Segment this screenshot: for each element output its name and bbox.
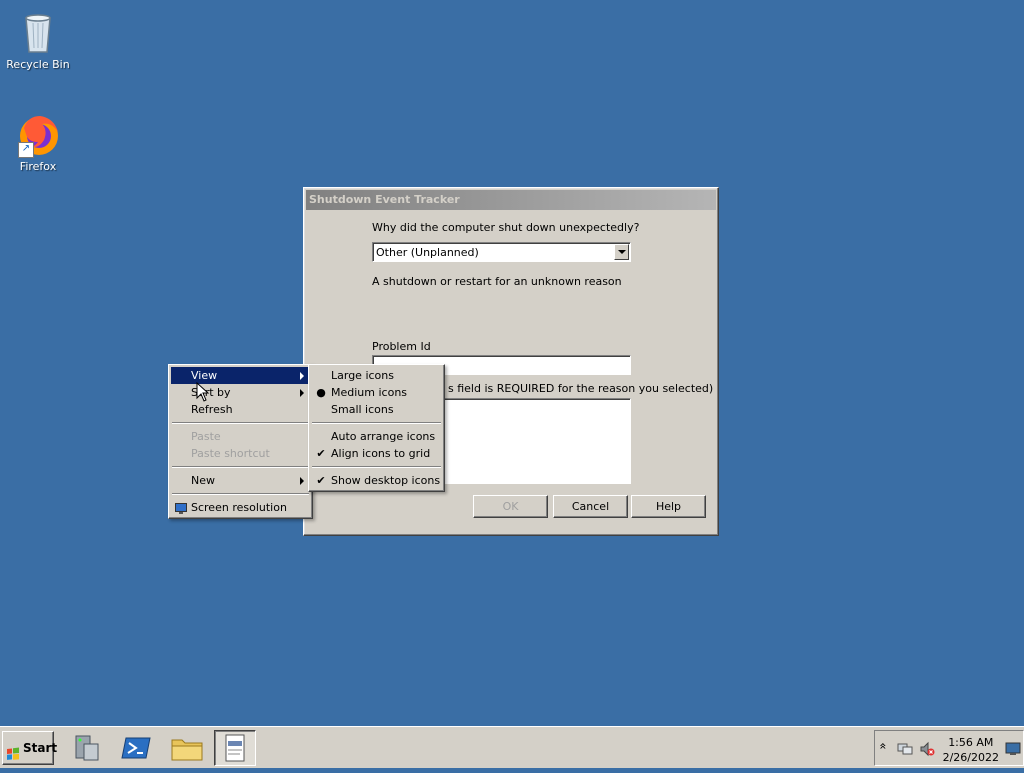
menu-item-label: Large icons	[331, 369, 394, 382]
start-label: Start	[23, 741, 58, 755]
explorer-button[interactable]	[166, 730, 208, 766]
dropdown-arrow-icon[interactable]	[614, 244, 629, 260]
submenu-arrow-icon	[300, 389, 304, 397]
network-icon[interactable]	[897, 741, 913, 757]
windows-flag-icon	[6, 741, 20, 760]
menu-item-paste-shortcut[interactable]: Paste shortcut	[171, 445, 310, 462]
menu-item-label: Show desktop icons	[331, 474, 441, 487]
menu-separator	[312, 422, 441, 424]
taskbar: Start » 1:56 AM 2/26/2022	[0, 726, 1024, 768]
display-icon	[175, 502, 187, 519]
submenu-item-auto-arrange[interactable]: Auto arrange icons	[311, 428, 442, 445]
menu-item-label: Screen resolution	[191, 501, 287, 514]
shortcut-arrow-icon: ↗	[18, 142, 34, 158]
menu-item-refresh[interactable]: Refresh	[171, 401, 310, 418]
clock-date: 2/26/2022	[942, 751, 999, 764]
start-button[interactable]: Start	[2, 731, 58, 765]
ok-button[interactable]: OK	[473, 495, 548, 518]
help-button[interactable]: Help	[631, 495, 706, 518]
submenu-item-large-icons[interactable]: Large icons	[311, 367, 442, 384]
menu-item-paste[interactable]: Paste	[171, 428, 310, 445]
menu-item-label: View	[191, 369, 218, 382]
show-desktop-icon[interactable]	[1005, 741, 1021, 757]
menu-item-label: Align icons to grid	[331, 447, 431, 460]
radio-bullet-icon: ●	[316, 386, 326, 399]
view-submenu: Large icons ● Medium icons Small icons Au…	[308, 364, 445, 492]
desktop-icon-firefox[interactable]: ↗ Firefox	[0, 110, 76, 173]
server-manager-button[interactable]	[66, 730, 108, 766]
menu-item-label: Medium icons	[331, 386, 408, 399]
clock-time: 1:56 AM	[948, 736, 994, 749]
server-manager-icon	[75, 735, 99, 761]
menu-item-label: Small icons	[331, 403, 394, 416]
tray-expand-icon[interactable]: »	[876, 742, 890, 749]
folder-icon	[171, 739, 203, 761]
clock[interactable]: 1:56 AM 2/26/2022	[943, 735, 999, 765]
notification-area: » 1:56 AM 2/26/2022	[874, 730, 1024, 766]
menu-item-view[interactable]: View	[171, 367, 310, 384]
menu-separator	[312, 466, 441, 468]
firefox-icon: ↗	[14, 110, 62, 158]
menu-item-label: New	[191, 474, 215, 487]
menu-separator	[172, 422, 309, 424]
menu-item-screen-resolution[interactable]: Screen resolution	[171, 499, 310, 516]
powershell-button[interactable]	[116, 730, 158, 766]
mouse-cursor-icon	[196, 382, 210, 402]
menu-separator	[172, 493, 309, 495]
menu-item-new[interactable]: New	[171, 472, 310, 489]
shutdown-question: Why did the computer shut down unexpecte…	[372, 221, 640, 234]
recycle-bin-icon	[14, 8, 62, 56]
submenu-arrow-icon	[300, 372, 304, 380]
reason-value: Other (Unplanned)	[376, 246, 479, 259]
submenu-item-medium-icons[interactable]: ● Medium icons	[311, 384, 442, 401]
shutdown-tracker-taskbar-button[interactable]	[214, 730, 256, 766]
recycle-bin-label: Recycle Bin	[6, 58, 70, 71]
volume-muted-icon[interactable]	[919, 741, 935, 757]
menu-item-label: Paste shortcut	[191, 447, 270, 460]
dialog-title[interactable]: Shutdown Event Tracker	[306, 190, 716, 210]
dialog-window-icon	[225, 734, 245, 762]
menu-item-sort-by[interactable]: Sort by	[171, 384, 310, 401]
menu-item-label: Refresh	[191, 403, 233, 416]
submenu-arrow-icon	[300, 477, 304, 485]
cancel-button[interactable]: Cancel	[553, 495, 628, 518]
submenu-item-show-desktop-icons[interactable]: ✔ Show desktop icons	[311, 472, 442, 489]
reason-description: A shutdown or restart for an unknown rea…	[372, 275, 622, 288]
reason-dropdown[interactable]: Other (Unplanned)	[372, 242, 631, 262]
desktop-icon-recycle-bin[interactable]: Recycle Bin	[0, 8, 76, 71]
comment-label: s field is REQUIRED for the reason you s…	[448, 382, 714, 395]
checkmark-icon: ✔	[316, 474, 326, 487]
problem-id-label: Problem Id	[372, 340, 431, 353]
desktop-context-menu: View Sort by Refresh Paste Paste shortcu…	[168, 364, 313, 519]
submenu-item-small-icons[interactable]: Small icons	[311, 401, 442, 418]
menu-separator	[172, 466, 309, 468]
powershell-icon	[121, 737, 151, 759]
submenu-item-align-to-grid[interactable]: ✔ Align icons to grid	[311, 445, 442, 462]
checkmark-icon: ✔	[316, 447, 326, 460]
menu-item-label: Auto arrange icons	[331, 430, 436, 443]
firefox-label: Firefox	[19, 160, 57, 173]
menu-item-label: Paste	[191, 430, 221, 443]
